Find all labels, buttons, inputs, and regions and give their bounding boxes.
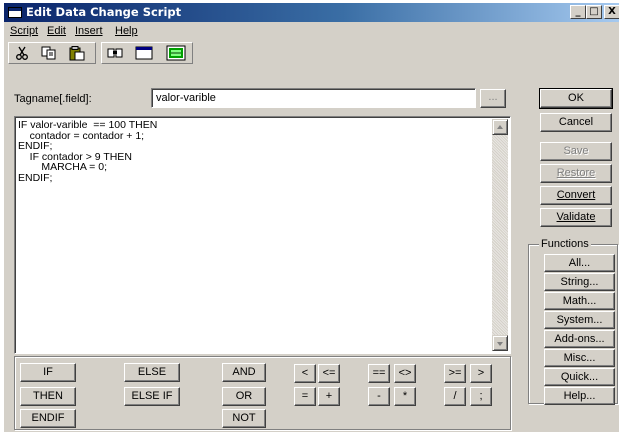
operator-plus-button[interactable]: +: [318, 387, 340, 406]
operator-less-than-button[interactable]: <: [294, 364, 316, 383]
function-math-button[interactable]: Math...: [544, 292, 615, 310]
operator-greater-than-button[interactable]: >: [470, 364, 492, 383]
close-button[interactable]: X: [604, 5, 619, 19]
keyword-endif-button[interactable]: ENDIF: [20, 409, 76, 428]
keyword-else-button[interactable]: ELSE: [124, 363, 180, 382]
edit-data-change-script-window: Edit Data Change Script _ □ X Script Edi…: [3, 2, 619, 432]
menu-bar: Script Edit Insert Help: [4, 22, 619, 40]
function-help-button[interactable]: Help...: [544, 387, 615, 405]
window-icon: [8, 7, 22, 18]
function-string-button[interactable]: String...: [544, 273, 615, 291]
operator-minus-button[interactable]: -: [368, 387, 390, 406]
menu-insert-label: Insert: [75, 25, 103, 37]
cancel-button[interactable]: Cancel: [540, 113, 612, 132]
script-line: ENDIF;: [18, 140, 53, 152]
paste-icon[interactable]: [67, 44, 87, 62]
function-addons-button[interactable]: Add-ons...: [544, 330, 615, 348]
keyword-then-button[interactable]: THEN: [20, 387, 76, 406]
operator-assign-button[interactable]: =: [294, 387, 316, 406]
menu-edit-label: Edit: [47, 25, 66, 37]
vertical-scrollbar[interactable]: [492, 119, 508, 351]
browse-button[interactable]: ...: [480, 89, 506, 108]
script-line: MARCHA = 0;: [18, 161, 107, 173]
cut-icon[interactable]: [12, 44, 32, 62]
menu-edit[interactable]: Edit: [47, 25, 66, 37]
menu-script[interactable]: Script: [10, 25, 38, 37]
convert-icon[interactable]: [164, 44, 188, 62]
copy-icon[interactable]: [39, 44, 59, 62]
function-misc-button[interactable]: Misc...: [544, 349, 615, 367]
convert-button-label: Convert: [556, 189, 596, 201]
maximize-button[interactable]: □: [586, 5, 602, 19]
function-system-button[interactable]: System...: [544, 311, 615, 329]
convert-button[interactable]: Convert: [540, 186, 612, 205]
validate-button[interactable]: Validate: [540, 208, 612, 227]
operator-divide-button[interactable]: /: [444, 387, 466, 406]
window-icon[interactable]: [134, 44, 154, 62]
minimize-button[interactable]: _: [570, 5, 586, 19]
script-line: IF valor-varible == 100 THEN: [18, 119, 158, 131]
save-button[interactable]: Save: [540, 142, 612, 161]
ok-button[interactable]: OK: [540, 89, 612, 108]
script-text[interactable]: IF valor-varible == 100 THEN contador = …: [18, 120, 157, 183]
menu-help-label: Help: [115, 25, 138, 37]
title-bar[interactable]: Edit Data Change Script _ □ X: [4, 3, 619, 22]
toolbar-group-clipboard: [8, 42, 96, 64]
menu-insert[interactable]: Insert: [75, 25, 103, 37]
script-line: ENDIF;: [18, 171, 53, 184]
validate-button-label: Validate: [556, 211, 596, 223]
operator-greater-equal-button[interactable]: >=: [444, 364, 466, 383]
menu-help[interactable]: Help: [115, 25, 138, 37]
keyword-and-button[interactable]: AND: [222, 363, 266, 382]
restore-button[interactable]: Restore: [540, 164, 612, 183]
keyword-or-button[interactable]: OR: [222, 387, 266, 406]
operator-less-equal-button[interactable]: <=: [318, 364, 340, 383]
operator-semicolon-button[interactable]: ;: [470, 387, 492, 406]
function-all-button[interactable]: All...: [544, 254, 615, 272]
tagname-input[interactable]: valor-varible: [151, 88, 476, 108]
restore-button-label: Restore: [556, 167, 596, 179]
menu-script-label: Script: [10, 25, 39, 37]
toolbar-group-tools: [101, 42, 193, 64]
script-editor[interactable]: IF valor-varible == 100 THEN contador = …: [14, 116, 511, 354]
keyword-if-button[interactable]: IF: [20, 363, 76, 382]
operator-not-equal-button[interactable]: <>: [394, 364, 416, 383]
operator-equal-button[interactable]: ==: [368, 364, 390, 383]
keyword-not-button[interactable]: NOT: [222, 409, 266, 428]
function-quick-button[interactable]: Quick...: [544, 368, 615, 386]
operator-multiply-button[interactable]: *: [394, 387, 416, 406]
keyword-else-if-button[interactable]: ELSE IF: [124, 387, 180, 406]
scroll-up-arrow-icon[interactable]: [492, 119, 508, 135]
tagname-label: Tagname[.field]:: [14, 93, 92, 105]
find-icon[interactable]: [105, 44, 125, 62]
functions-label: Functions: [539, 238, 591, 250]
scroll-down-arrow-icon[interactable]: [492, 335, 508, 351]
window-title: Edit Data Change Script: [26, 5, 182, 19]
